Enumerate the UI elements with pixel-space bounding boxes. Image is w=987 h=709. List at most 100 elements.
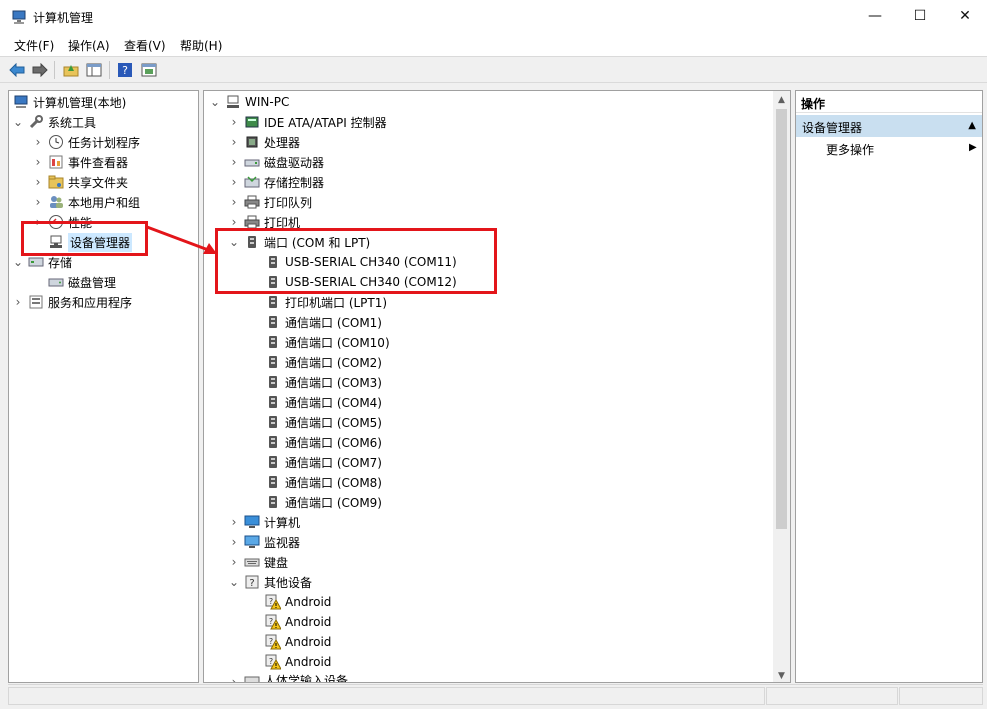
properties-button[interactable] — [139, 60, 159, 80]
port-device-item[interactable]: 通信端口 (COM8) — [265, 472, 382, 492]
chevron-right-icon[interactable]: › — [13, 292, 23, 312]
tree-item-local-users[interactable]: › 本地用户和组 — [33, 192, 140, 212]
device-tree-label: 处理器 — [264, 135, 301, 150]
device-category-print-queues[interactable]: › 打印队列 — [229, 192, 312, 212]
device-category-hid[interactable]: › 人体学输入设备 — [229, 672, 348, 682]
port-device-item[interactable]: 通信端口 (COM3) — [265, 372, 382, 392]
menu-view[interactable]: 查看(V) — [124, 37, 166, 54]
chevron-right-icon[interactable]: › — [33, 152, 43, 172]
help-button[interactable]: ? — [115, 60, 135, 80]
port-device-item[interactable]: 通信端口 (COM5) — [265, 412, 382, 432]
tree-item-system-tools[interactable]: ⌄ 系统工具 — [13, 112, 96, 132]
keyboard-icon — [244, 554, 260, 570]
chevron-down-icon[interactable]: ⌄ — [210, 92, 220, 112]
up-folder-icon — [63, 65, 79, 77]
device-category-other-devices[interactable]: ⌄ ? 其他设备 — [229, 572, 312, 592]
submenu-arrow-icon[interactable]: ▶ — [969, 142, 977, 153]
device-category-storage-controllers[interactable]: › 存储控制器 — [229, 172, 324, 192]
users-icon — [48, 194, 64, 210]
scroll-down-icon[interactable]: ▼ — [773, 667, 790, 682]
svg-text:?: ? — [122, 64, 128, 77]
device-tree-label: 打印队列 — [264, 195, 313, 210]
actions-section-device-manager[interactable]: 设备管理器 ▲ — [796, 115, 982, 137]
up-button[interactable] — [61, 60, 81, 80]
port-device-item[interactable]: 通信端口 (COM2) — [265, 352, 382, 372]
menu-help[interactable]: 帮助(H) — [180, 37, 222, 54]
close-button[interactable]: ✕ — [942, 0, 987, 32]
device-tree-label: 通信端口 (COM3) — [285, 375, 382, 390]
port-device-item[interactable]: 通信端口 (COM6) — [265, 432, 382, 452]
forward-button[interactable] — [30, 60, 50, 80]
port-device-item[interactable]: 通信端口 (COM7) — [265, 452, 382, 472]
tree-item-disk-management[interactable]: 磁盘管理 — [48, 272, 116, 292]
port-device-item[interactable]: 通信端口 (COM9) — [265, 492, 382, 512]
tools-icon — [28, 114, 44, 130]
port-device-item[interactable]: 通信端口 (COM4) — [265, 392, 382, 412]
highlight-arrow — [146, 225, 217, 254]
other-device-item[interactable]: ? Android — [265, 592, 331, 612]
chevron-right-icon[interactable]: › — [33, 172, 43, 192]
chevron-right-icon[interactable]: › — [229, 512, 239, 532]
tree-item-label: 计算机管理(本地) — [33, 95, 127, 110]
collapse-up-icon[interactable]: ▲ — [968, 120, 976, 131]
device-tree-label: Android — [285, 615, 332, 629]
other-device-item[interactable]: ? Android — [265, 612, 331, 632]
tree-item-root[interactable]: 计算机管理(本地) — [13, 92, 126, 112]
menu-action[interactable]: 操作(A) — [68, 37, 110, 54]
port-device-item[interactable]: 通信端口 (COM10) — [265, 332, 390, 352]
other-device-item[interactable]: ? Android — [265, 652, 331, 672]
chevron-right-icon[interactable]: › — [229, 112, 239, 132]
device-tree-pane: ⌄ WIN-PC › IDE ATA/ATAPI 控制器 › 处理器 › 磁盘驱… — [203, 90, 791, 683]
disk-management-icon — [48, 274, 64, 290]
chevron-right-icon[interactable]: › — [229, 172, 239, 192]
tree-item-event-viewer[interactable]: › 事件查看器 — [33, 152, 128, 172]
tree-item-shared-folders[interactable]: › 共享文件夹 — [33, 172, 128, 192]
device-tree-root[interactable]: ⌄ WIN-PC — [210, 92, 289, 112]
tree-item-label: 服务和应用程序 — [48, 295, 133, 310]
ide-controller-icon — [244, 114, 260, 130]
hid-icon — [244, 672, 260, 682]
back-button[interactable] — [7, 60, 27, 80]
status-segment — [8, 687, 765, 705]
device-tree-label: 键盘 — [264, 555, 289, 570]
tree-item-task-scheduler[interactable]: › 任务计划程序 — [33, 132, 140, 152]
device-tree-label: 打印机端口 (LPT1) — [285, 295, 388, 310]
chevron-right-icon[interactable]: › — [229, 532, 239, 552]
event-viewer-icon — [48, 154, 64, 170]
svg-text:?: ? — [269, 657, 273, 666]
device-category-processor[interactable]: › 处理器 — [229, 132, 300, 152]
port-device-item[interactable]: 打印机端口 (LPT1) — [265, 292, 387, 312]
device-category-ide[interactable]: › IDE ATA/ATAPI 控制器 — [229, 112, 387, 132]
chevron-right-icon[interactable]: › — [229, 552, 239, 572]
warning-device-icon: ? — [265, 634, 282, 650]
status-segment — [766, 687, 898, 705]
chevron-right-icon[interactable]: › — [229, 192, 239, 212]
chevron-down-icon[interactable]: ⌄ — [13, 112, 23, 132]
tree-item-services-apps[interactable]: › 服务和应用程序 — [13, 292, 132, 312]
unknown-device-icon: ? — [244, 574, 260, 590]
scrollbar-thumb[interactable] — [776, 109, 787, 529]
device-category-monitors[interactable]: › 监视器 — [229, 532, 300, 552]
other-device-item[interactable]: ? Android — [265, 632, 331, 652]
port-device-item[interactable]: 通信端口 (COM1) — [265, 312, 382, 332]
actions-pane: 操作 设备管理器 ▲ 更多操作 ▶ — [795, 90, 983, 683]
chevron-right-icon[interactable]: › — [229, 672, 239, 682]
chevron-right-icon[interactable]: › — [229, 152, 239, 172]
chevron-right-icon[interactable]: › — [33, 132, 43, 152]
more-actions-item[interactable]: 更多操作 — [826, 141, 874, 158]
chevron-right-icon[interactable]: › — [229, 132, 239, 152]
maximize-button[interactable]: ☐ — [897, 0, 943, 32]
minimize-button[interactable]: — — [852, 0, 898, 32]
show-hide-tree-button[interactable] — [84, 60, 104, 80]
show-hide-tree-icon — [86, 63, 102, 77]
device-category-disk-drives[interactable]: › 磁盘驱动器 — [229, 152, 324, 172]
chevron-right-icon[interactable]: › — [33, 192, 43, 212]
title-bar: 计算机管理 — ☐ ✕ — [0, 0, 987, 34]
chevron-down-icon[interactable]: ⌄ — [229, 572, 239, 592]
scroll-up-icon[interactable]: ▲ — [773, 91, 790, 108]
device-category-computer[interactable]: › 计算机 — [229, 512, 300, 532]
menu-file[interactable]: 文件(F) — [14, 37, 54, 54]
device-category-keyboards[interactable]: › 键盘 — [229, 552, 288, 572]
device-tree-label: 通信端口 (COM8) — [285, 475, 382, 490]
vertical-scrollbar[interactable]: ▲ ▼ — [773, 91, 790, 682]
